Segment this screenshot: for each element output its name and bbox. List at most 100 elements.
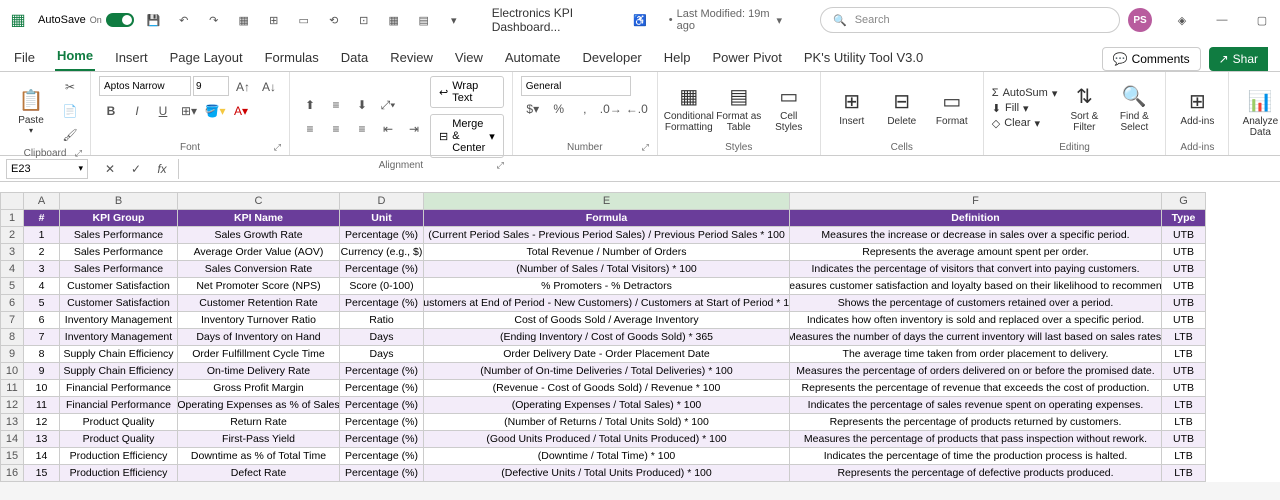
orientation-icon[interactable]: ⤢▾ [376, 94, 400, 116]
cell[interactable]: Represents the percentage of products re… [790, 414, 1162, 431]
cell[interactable]: Inventory Management [60, 329, 178, 346]
conditional-formatting-button[interactable]: ▦Conditional Formatting [666, 78, 712, 138]
cell[interactable]: 3 [24, 261, 60, 278]
percent-icon[interactable]: % [547, 98, 571, 120]
cell[interactable]: Average Order Value (AOV) [178, 244, 340, 261]
border-icon[interactable]: ⊞▾ [177, 100, 201, 122]
cell[interactable]: Percentage (%) [340, 397, 424, 414]
cut-icon[interactable]: ✂ [58, 76, 82, 98]
row-header[interactable]: 9 [0, 346, 24, 363]
cell[interactable]: Percentage (%) [340, 414, 424, 431]
font-color-icon[interactable]: A▾ [229, 100, 253, 122]
toggle-switch-icon[interactable] [106, 13, 134, 27]
tab-pk-utility[interactable]: PK's Utility Tool V3.0 [802, 44, 925, 71]
row-header[interactable]: 1 [0, 210, 24, 227]
save-icon[interactable]: 💾 [144, 10, 164, 30]
cell[interactable]: Measures the percentage of products that… [790, 431, 1162, 448]
last-modified[interactable]: •Last Modified: 19m ago▾ [669, 8, 782, 32]
cell[interactable]: Formula [424, 210, 790, 227]
wrap-text-button[interactable]: ↩Wrap Text [430, 76, 504, 108]
row-header[interactable]: 7 [0, 312, 24, 329]
cell[interactable]: Order Fulfillment Cycle Time [178, 346, 340, 363]
cell[interactable]: KPI Group [60, 210, 178, 227]
cell[interactable]: Currency (e.g., $) [340, 244, 424, 261]
autosum-button[interactable]: ΣAutoSum▾ [992, 87, 1058, 100]
qat-icon-3[interactable]: ▭ [294, 10, 314, 30]
cell[interactable]: Indicates the percentage of sales revenu… [790, 397, 1162, 414]
cell[interactable]: Product Quality [60, 414, 178, 431]
cell[interactable]: 2 [24, 244, 60, 261]
cell[interactable]: 5 [24, 295, 60, 312]
format-as-table-button[interactable]: ▤Format as Table [716, 78, 762, 138]
cell[interactable]: UTB [1162, 312, 1206, 329]
decrease-font-icon[interactable]: A↓ [257, 76, 281, 98]
cell-styles-button[interactable]: ▭Cell Styles [766, 78, 812, 138]
name-box[interactable]: E23▾ [6, 159, 88, 179]
cell[interactable]: KPI Name [178, 210, 340, 227]
search-input[interactable]: 🔍 Search [820, 7, 1120, 33]
cell[interactable]: UTB [1162, 363, 1206, 380]
cell[interactable]: Measures customer satisfaction and loyal… [790, 278, 1162, 295]
clear-button[interactable]: ◇Clear▾ [992, 117, 1058, 130]
cell[interactable]: On-time Delivery Rate [178, 363, 340, 380]
cell[interactable]: LTB [1162, 414, 1206, 431]
cell[interactable]: Return Rate [178, 414, 340, 431]
find-select-button[interactable]: 🔍Find & Select [1111, 78, 1157, 138]
row-header[interactable]: 8 [0, 329, 24, 346]
cell[interactable]: UTB [1162, 431, 1206, 448]
cell[interactable]: Sales Performance [60, 227, 178, 244]
cell[interactable]: Score (0-100) [340, 278, 424, 295]
row-header[interactable]: 11 [0, 380, 24, 397]
cell[interactable]: Type [1162, 210, 1206, 227]
font-name-select[interactable] [99, 76, 191, 96]
sort-filter-button[interactable]: ⇅Sort & Filter [1061, 78, 1107, 138]
cell[interactable]: Customer Satisfaction [60, 295, 178, 312]
cell[interactable]: (Defective Units / Total Units Produced)… [424, 465, 790, 482]
col-header-f[interactable]: F [790, 192, 1162, 210]
maximize-icon[interactable]: ▢ [1252, 10, 1272, 30]
col-header-g[interactable]: G [1162, 192, 1206, 210]
cell[interactable]: 7 [24, 329, 60, 346]
format-button[interactable]: ▭Format [929, 78, 975, 138]
qat-dropdown-icon[interactable]: ▾ [444, 10, 464, 30]
cell[interactable]: Days of Inventory on Hand [178, 329, 340, 346]
comma-icon[interactable]: , [573, 98, 597, 120]
row-header[interactable]: 16 [0, 465, 24, 482]
cell[interactable]: UTB [1162, 380, 1206, 397]
cell[interactable]: Gross Profit Margin [178, 380, 340, 397]
cell[interactable]: Shows the percentage of customers retain… [790, 295, 1162, 312]
align-top-icon[interactable]: ⬆ [298, 94, 322, 116]
increase-font-icon[interactable]: A↑ [231, 76, 255, 98]
increase-indent-icon[interactable]: ⇥ [402, 118, 426, 140]
cell[interactable]: Percentage (%) [340, 363, 424, 380]
cell[interactable]: 4 [24, 278, 60, 295]
comments-button[interactable]: 💬 Comments [1102, 47, 1201, 71]
cell[interactable]: 15 [24, 465, 60, 482]
cell[interactable]: UTB [1162, 278, 1206, 295]
cell[interactable]: Represents the percentage of defective p… [790, 465, 1162, 482]
analyze-data-button[interactable]: 📊Analyze Data [1237, 84, 1280, 144]
col-header-e[interactable]: E [424, 192, 790, 210]
qat-icon-4[interactable]: ⟲ [324, 10, 344, 30]
row-header[interactable]: 2 [0, 227, 24, 244]
redo-icon[interactable]: ↷ [204, 10, 224, 30]
minimize-icon[interactable]: — [1212, 10, 1232, 30]
cell[interactable]: Days [340, 346, 424, 363]
cell[interactable]: Represents the percentage of revenue tha… [790, 380, 1162, 397]
cell[interactable]: Supply Chain Efficiency [60, 363, 178, 380]
number-format-select[interactable] [521, 76, 631, 96]
cell[interactable]: Order Delivery Date - Order Placement Da… [424, 346, 790, 363]
underline-button[interactable]: U [151, 100, 175, 122]
cell[interactable]: Percentage (%) [340, 380, 424, 397]
cell[interactable]: LTB [1162, 465, 1206, 482]
cell[interactable]: Indicates the percentage of time the pro… [790, 448, 1162, 465]
cell[interactable]: (Number of Sales / Total Visitors) * 100 [424, 261, 790, 278]
cell[interactable]: Percentage (%) [340, 431, 424, 448]
clipboard-launcher-icon[interactable]: ⤢ [75, 148, 82, 159]
cell[interactable]: Measures the number of days the current … [790, 329, 1162, 346]
row-header[interactable]: 10 [0, 363, 24, 380]
cell[interactable]: Customer Retention Rate [178, 295, 340, 312]
diamond-icon[interactable]: ◈ [1172, 10, 1192, 30]
cell[interactable]: 13 [24, 431, 60, 448]
filename[interactable]: Electronics KPI Dashboard... [492, 6, 624, 34]
